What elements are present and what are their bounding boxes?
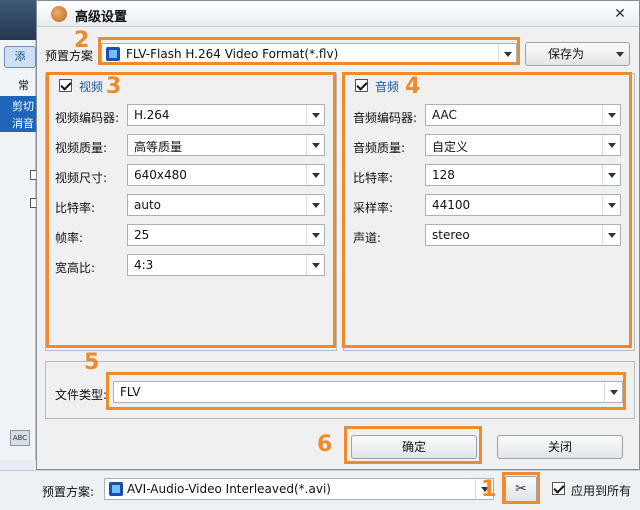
apply-all-checkbox[interactable] <box>552 482 565 495</box>
file-type-label: 文件类型: <box>55 388 108 402</box>
annotation-number-3: 3 <box>106 74 122 99</box>
save-as-label: 保存为 <box>548 47 585 61</box>
background-add-tab[interactable]: 添 <box>4 46 36 68</box>
dialog-titlebar[interactable]: 高级设置 ✕ <box>37 1 639 27</box>
background-bottom-bar: 预置方案: AVI-Audio-Video Interleaved(*.avi)… <box>0 470 640 510</box>
annotation-number-2: 2 <box>74 28 90 53</box>
annotation-number-5: 5 <box>84 350 100 375</box>
annotation-box-4 <box>342 72 632 348</box>
annotation-box-6 <box>344 426 482 464</box>
close-icon[interactable]: ✕ <box>611 5 629 23</box>
close-button[interactable]: 关闭 <box>497 435 623 459</box>
background-label-cut: 剪切 <box>12 100 34 113</box>
annotation-box-1 <box>502 472 540 504</box>
dialog-title: 高级设置 <box>75 10 128 25</box>
annotation-number-6: 6 <box>317 432 333 457</box>
background-label-common: 常 <box>18 79 29 92</box>
video-format-icon <box>109 482 123 496</box>
app-logo-icon <box>51 6 67 22</box>
annotation-box-5 <box>106 372 626 410</box>
annotation-box-2 <box>98 37 520 65</box>
annotation-number-1: 1 <box>481 477 497 502</box>
bottom-preset-select[interactable]: AVI-Audio-Video Interleaved(*.avi) <box>104 478 494 500</box>
bottom-preset-label: 预置方案: <box>42 485 95 499</box>
apply-all-label: 应用到所有 <box>571 484 632 498</box>
abc-file-icon[interactable]: ABC <box>10 430 30 446</box>
save-as-button[interactable]: 保存为 <box>525 42 630 66</box>
annotation-number-4: 4 <box>405 74 421 99</box>
chevron-down-icon[interactable] <box>611 43 629 65</box>
bottom-preset-value: AVI-Audio-Video Interleaved(*.avi) <box>127 482 331 496</box>
background-label-mute: 消音 <box>12 117 34 130</box>
annotation-box-3 <box>46 72 336 348</box>
